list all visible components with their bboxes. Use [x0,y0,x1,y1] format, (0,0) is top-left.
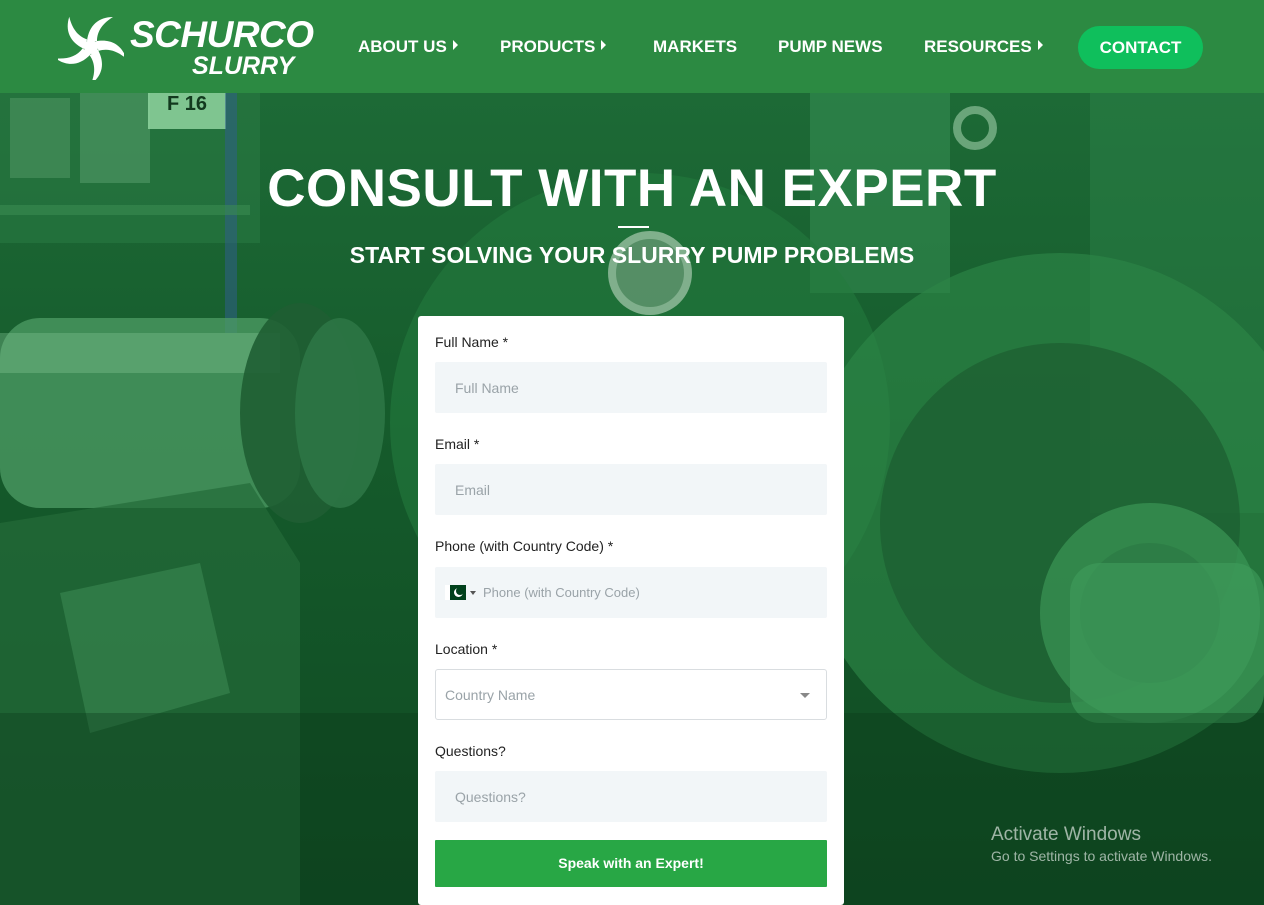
phone-field [435,567,827,618]
title-divider [618,226,649,228]
schurco-slurry-logo[interactable]: SCHURCO SLURRY [58,14,314,80]
email-input[interactable] [435,464,827,515]
phone-input[interactable] [483,567,823,618]
impeller-logo-icon [58,16,124,80]
nav-markets[interactable]: MARKETS [653,36,737,58]
logo-wordmark-bottom: SLURRY [192,52,295,80]
svg-text:F 16: F 16 [167,93,207,115]
pakistan-flag-icon[interactable] [445,585,466,600]
nav-products-label: PRODUCTS [500,37,596,56]
questions-label: Questions? [435,743,506,759]
location-label: Location * [435,641,498,657]
contact-button[interactable]: CONTACT [1078,26,1203,69]
nav-about-us[interactable]: ABOUT US [358,36,458,58]
email-label: Email * [435,436,480,452]
full-name-input[interactable] [435,362,827,413]
nav-products[interactable]: PRODUCTS [500,36,607,58]
nav-resources-label: RESOURCES [924,37,1032,56]
questions-input[interactable] [435,771,827,822]
speak-with-expert-button[interactable]: Speak with an Expert! [435,840,827,887]
site-header: SCHURCO SLURRY ABOUT US PRODUCTS MARKETS… [0,0,1264,93]
hero-title: CONSULT WITH AN EXPERT [267,159,997,218]
location-select-value: Country Name [445,687,536,703]
caret-right-icon [1037,40,1043,50]
location-select[interactable]: Country Name [435,669,827,720]
activate-windows-watermark: Activate Windows Go to Settings to activ… [991,824,1212,866]
nav-resources[interactable]: RESOURCES [924,36,1043,58]
full-name-label: Full Name * [435,334,509,350]
watermark-title: Activate Windows [991,824,1141,845]
watermark-subtitle: Go to Settings to activate Windows. [991,848,1212,864]
consult-form: Full Name * Email * Phone (with Country … [418,316,844,905]
country-dropdown-caret-icon[interactable] [470,591,476,595]
nav-markets-label: MARKETS [653,37,738,56]
nav-pump-news[interactable]: PUMP NEWS [778,36,883,58]
caret-right-icon [452,40,458,50]
chevron-down-icon [800,693,810,698]
nav-pump-news-label: PUMP NEWS [778,37,883,56]
hero-subtitle: START SOLVING YOUR SLURRY PUMP PROBLEMS [349,242,915,268]
phone-label: Phone (with Country Code) * [435,538,614,554]
logo-wordmark-top: SCHURCO [130,14,314,55]
caret-right-icon [601,40,607,50]
nav-about-us-label: ABOUT US [358,37,447,56]
